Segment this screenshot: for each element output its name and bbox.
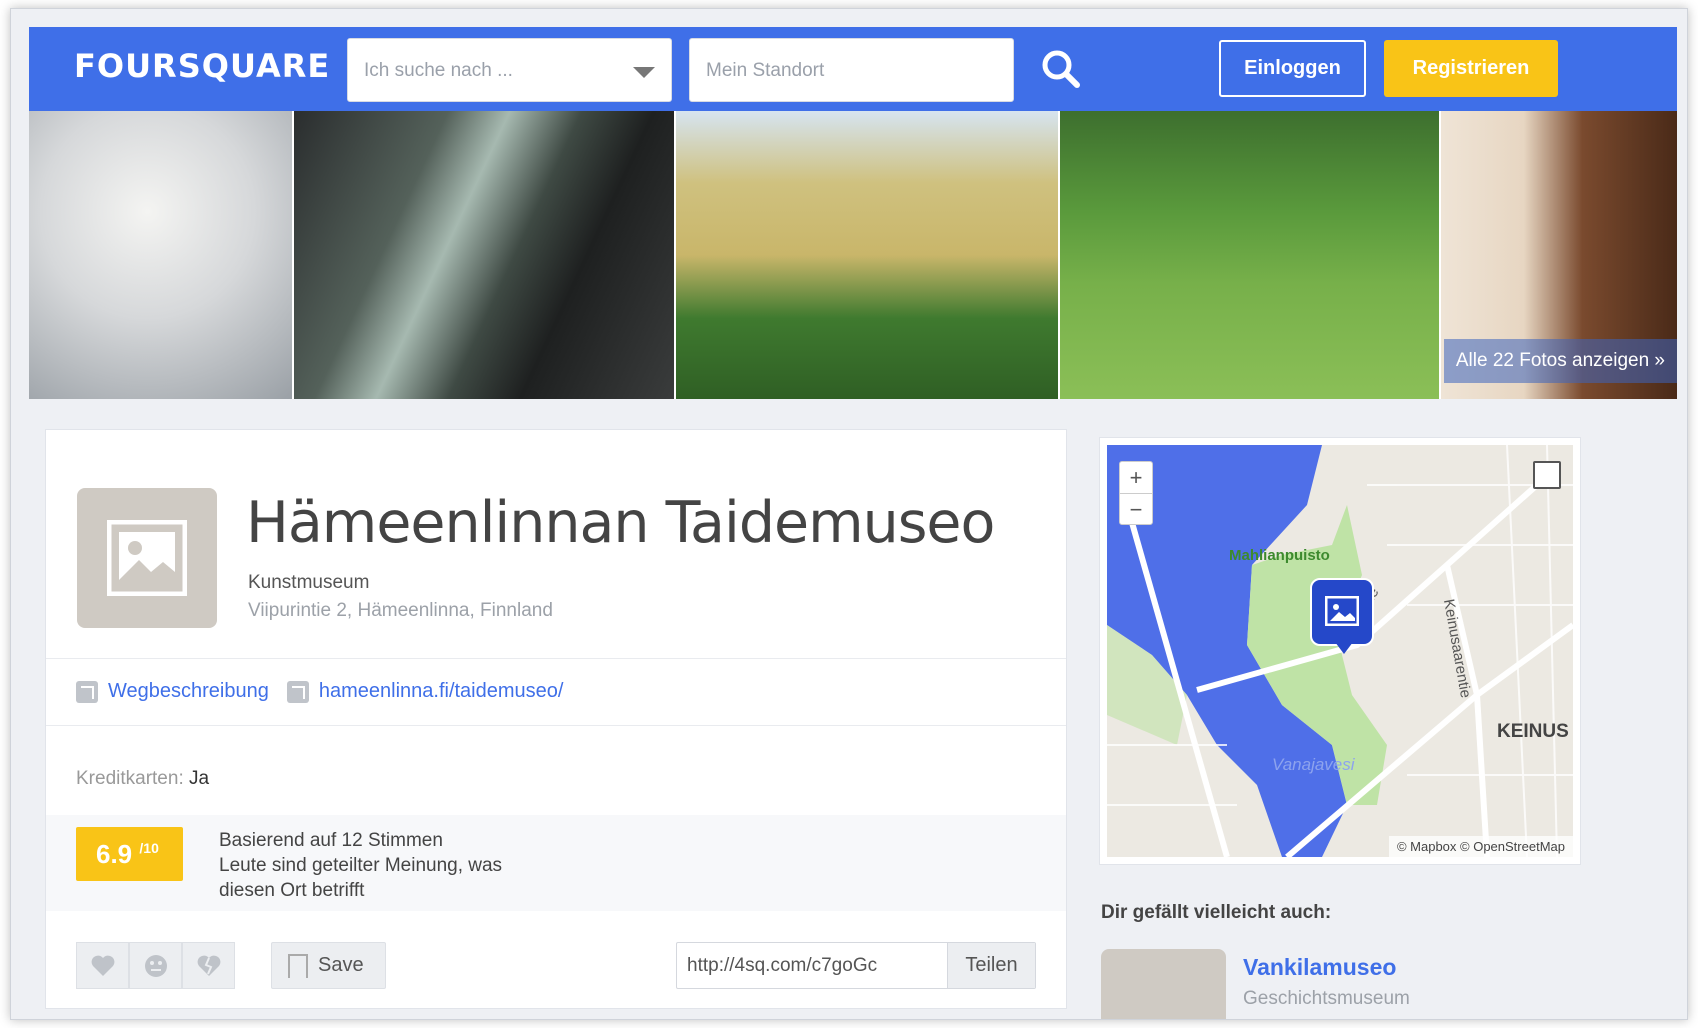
search-icon[interactable] xyxy=(1039,47,1083,91)
suggestion-thumbnail[interactable] xyxy=(1101,949,1226,1019)
like-button[interactable] xyxy=(76,942,129,989)
venue-category[interactable]: Kunstmuseum xyxy=(248,572,369,594)
venue-links: Wegbeschreibung hameenlinna.fi/taidemuse… xyxy=(76,680,563,703)
save-label: Save xyxy=(318,954,364,976)
credit-cards-value: Ja xyxy=(189,768,210,789)
zoom-in-button[interactable]: + xyxy=(1120,462,1152,493)
venue-address: Viipurintie 2, Hämeenlinna, Finnland xyxy=(248,600,553,621)
broken-heart-icon xyxy=(197,955,220,976)
venue-photo[interactable] xyxy=(676,111,1060,399)
venue-photo[interactable] xyxy=(1060,111,1441,399)
website-link[interactable]: hameenlinna.fi/taidemuseo/ xyxy=(319,680,564,703)
credit-cards-info: Kreditkarten: Ja xyxy=(76,768,209,790)
rating-description: Basierend auf 12 Stimmen Leute sind gete… xyxy=(219,828,539,903)
venue-title: Hämeenlinnan Taidemuseo xyxy=(246,490,995,556)
map-card: + − Mahlianpuisto ntie Keinusaarentie KE… xyxy=(1099,437,1581,865)
rating-max: /10 xyxy=(139,840,159,856)
meh-button[interactable] xyxy=(129,942,182,989)
bookmark-icon xyxy=(288,954,308,978)
chevron-down-icon[interactable] xyxy=(633,67,655,78)
map-label-lake: Vanajavesi xyxy=(1272,755,1355,774)
venue-card: Hämeenlinnan Taidemuseo Kunstmuseum Viip… xyxy=(45,429,1067,1009)
map-label-park: Mahlianpuisto xyxy=(1229,547,1330,564)
rating-opinion: Leute sind geteilter Meinung, was diesen… xyxy=(219,855,503,901)
directions-icon xyxy=(76,680,98,703)
location-input[interactable]: Mein Standort xyxy=(689,38,1014,102)
expand-map-icon[interactable] xyxy=(1533,461,1561,489)
reaction-buttons xyxy=(76,942,235,989)
search-placeholder: Ich suche nach ... xyxy=(364,60,513,81)
rating-value: 6.9 xyxy=(96,839,133,869)
venue-map[interactable]: + − Mahlianpuisto ntie Keinusaarentie KE… xyxy=(1107,445,1573,857)
photo-strip: Alle 22 Fotos anzeigen » xyxy=(29,111,1677,399)
login-button[interactable]: Einloggen xyxy=(1219,40,1366,97)
location-placeholder: Mein Standort xyxy=(706,60,825,81)
suggestions-title: Dir gefällt vielleicht auch: xyxy=(1101,902,1332,923)
venue-map-pin[interactable] xyxy=(1310,578,1374,654)
credit-cards-label: Kreditkarten: xyxy=(76,768,184,789)
suggestion-name[interactable]: Vankilamuseo xyxy=(1243,954,1396,981)
page-frame: FOURSQUARE Ich suche nach ... Mein Stand… xyxy=(10,8,1688,1020)
venue-photo[interactable] xyxy=(294,111,676,399)
venue-category-icon xyxy=(77,488,217,628)
suggestion-category: Geschichtsmuseum xyxy=(1243,988,1410,1009)
website-icon xyxy=(286,680,309,703)
share-url-field[interactable]: http://4sq.com/c7goGc xyxy=(677,943,947,988)
image-icon xyxy=(107,520,187,596)
save-button[interactable]: Save xyxy=(271,942,386,989)
all-photos-link[interactable]: Alle 22 Fotos anzeigen » xyxy=(1443,339,1677,383)
register-button[interactable]: Registrieren xyxy=(1384,40,1558,97)
rating-block: 6.9 /10 Basierend auf 12 Stimmen Leute s… xyxy=(46,815,1066,911)
share-button[interactable]: Teilen xyxy=(947,943,1035,988)
top-header: FOURSQUARE Ich suche nach ... Mein Stand… xyxy=(29,27,1677,111)
rating-score: 6.9 /10 xyxy=(76,827,183,881)
rating-votes: Basierend auf 12 Stimmen xyxy=(219,830,443,851)
venue-photo[interactable]: Alle 22 Fotos anzeigen » xyxy=(1441,111,1677,399)
divider xyxy=(46,725,1066,726)
zoom-out-button[interactable]: − xyxy=(1120,493,1152,524)
image-icon xyxy=(1325,596,1359,626)
divider xyxy=(46,658,1066,659)
map-label-area: KEINUS xyxy=(1497,721,1569,742)
heart-icon xyxy=(91,955,114,976)
directions-link[interactable]: Wegbeschreibung xyxy=(108,680,269,703)
search-input[interactable]: Ich suche nach ... xyxy=(347,38,672,102)
venue-photo[interactable] xyxy=(29,111,294,399)
share-box: http://4sq.com/c7goGc Teilen xyxy=(676,942,1036,989)
dislike-button[interactable] xyxy=(182,942,235,989)
zoom-controls: + − xyxy=(1119,461,1153,525)
foursquare-logo[interactable]: FOURSQUARE xyxy=(74,47,330,85)
neutral-face-icon xyxy=(144,954,167,977)
map-attribution[interactable]: © Mapbox © OpenStreetMap xyxy=(1388,836,1573,857)
